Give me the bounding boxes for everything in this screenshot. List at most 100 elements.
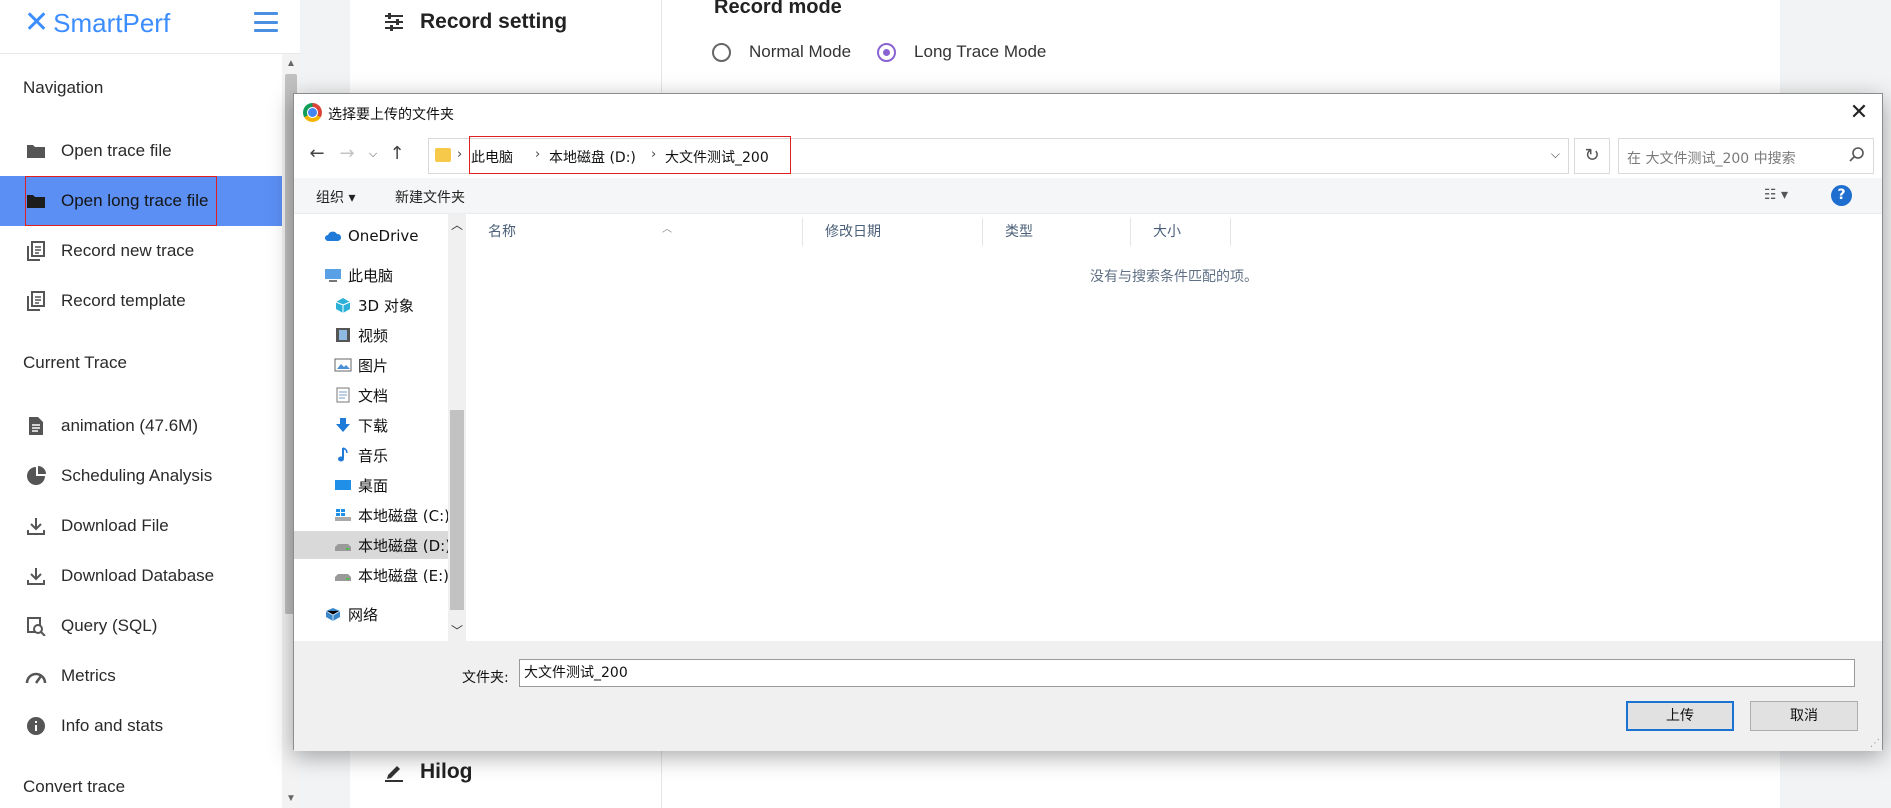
- tree-item-onedrive[interactable]: OneDrive: [294, 222, 448, 250]
- nav-item-label: Record new trace: [61, 241, 195, 260]
- nav-item-download-file[interactable]: Download File: [0, 501, 282, 551]
- breadcrumb-this-pc[interactable]: 此电脑: [471, 147, 513, 167]
- nav-item-query-sql[interactable]: Query (SQL): [0, 601, 282, 651]
- tree-item-drive-c[interactable]: 本地磁盘 (C:): [294, 501, 450, 529]
- tree-item-music[interactable]: 音乐: [294, 441, 448, 469]
- nav-heading-navigation: Navigation: [23, 78, 104, 97]
- music-icon: [338, 447, 348, 462]
- scroll-down-icon[interactable]: ▼: [286, 793, 296, 804]
- tree-item-desktop[interactable]: 桌面: [294, 471, 448, 499]
- nav-item-metrics[interactable]: Metrics: [0, 651, 282, 701]
- download-icon: [25, 565, 47, 587]
- tree-item-videos[interactable]: 视频: [294, 321, 448, 349]
- column-type[interactable]: 类型: [983, 218, 1131, 246]
- nav-item-record-template[interactable]: Record template: [0, 276, 282, 326]
- nav-item-record-new-trace[interactable]: Record new trace: [0, 226, 282, 276]
- nav-item-animation-trace[interactable]: animation (47.6M): [0, 401, 282, 451]
- forward-arrow-icon[interactable]: →: [334, 141, 360, 167]
- picture-icon: [334, 358, 352, 372]
- normal-mode-label: Normal Mode: [749, 42, 852, 61]
- tree-scrollbar[interactable]: ︿ ﹀: [448, 214, 466, 641]
- hilog-menu[interactable]: Hilog: [384, 760, 473, 784]
- recent-locations-chevron-icon[interactable]: ⌵: [360, 141, 386, 167]
- nav-item-label: Scheduling Analysis: [61, 466, 213, 485]
- nav-item-open-long-trace-file[interactable]: Open long trace file: [0, 176, 282, 226]
- settings-sliders-icon: [385, 13, 403, 31]
- column-size[interactable]: 大小: [1131, 218, 1231, 246]
- help-icon[interactable]: ?: [1831, 185, 1852, 206]
- tree-item-network[interactable]: 网络: [294, 600, 448, 628]
- smartperf-logo[interactable]: ✕ SmartPerf: [24, 6, 170, 40]
- tree-item-downloads[interactable]: 下载: [294, 411, 448, 439]
- column-name[interactable]: 名称 ︿: [466, 218, 803, 246]
- new-folder-button[interactable]: 新建文件夹: [395, 187, 465, 207]
- nav-heading-convert-trace: Convert trace: [23, 777, 126, 796]
- breadcrumb-current-folder[interactable]: 大文件测试_200: [665, 147, 769, 167]
- tree-item-pictures[interactable]: 图片: [294, 351, 448, 379]
- back-arrow-icon[interactable]: ←: [304, 141, 330, 167]
- scroll-down-icon[interactable]: ﹀: [451, 622, 463, 639]
- radio-long-trace-mode[interactable]: [877, 42, 897, 62]
- close-icon[interactable]: ✕: [1844, 98, 1874, 128]
- refresh-icon[interactable]: ↻: [1574, 138, 1610, 174]
- tree-item-drive-e[interactable]: 本地磁盘 (E:): [294, 561, 449, 589]
- document-icon: [336, 387, 350, 403]
- info-icon: [25, 715, 47, 737]
- nav-heading-current-trace: Current Trace: [23, 353, 127, 372]
- scroll-up-icon[interactable]: ︿: [451, 216, 463, 233]
- search-icon[interactable]: [1849, 146, 1865, 162]
- record-setting-menu[interactable]: Record setting: [384, 10, 567, 34]
- tree-item-this-pc[interactable]: 此电脑: [294, 261, 448, 289]
- record-mode-options: Normal Mode Long Trace Mode: [712, 42, 1046, 62]
- resize-grip-icon[interactable]: ⋰: [1870, 738, 1880, 749]
- desktop-icon: [335, 480, 351, 490]
- organize-menu[interactable]: 组织 ▾: [316, 187, 355, 207]
- breadcrumb-drive-d[interactable]: 本地磁盘 (D:): [549, 147, 636, 167]
- tree-item-3d-objects[interactable]: 3D 对象: [294, 291, 448, 319]
- menu-icon[interactable]: [254, 12, 278, 32]
- tree-item-label: OneDrive: [348, 227, 419, 245]
- view-options-icon[interactable]: ☷ ▾: [1764, 187, 1788, 203]
- breadcrumb-chevron-icon[interactable]: ›: [535, 147, 540, 162]
- cancel-button[interactable]: 取消: [1750, 701, 1858, 731]
- nav-item-download-database[interactable]: Download Database: [0, 551, 282, 601]
- nav-item-scheduling-analysis[interactable]: Scheduling Analysis: [0, 451, 282, 501]
- address-bar[interactable]: › 此电脑 › 本地磁盘 (D:) › 大文件测试_200 ⌵: [428, 138, 1569, 174]
- column-date-modified[interactable]: 修改日期: [803, 218, 983, 246]
- breadcrumb-chevron-icon[interactable]: ›: [457, 147, 462, 162]
- breadcrumb-chevron-icon[interactable]: ›: [651, 147, 656, 162]
- address-dropdown-icon[interactable]: ⌵: [1551, 147, 1560, 162]
- dialog-titlebar[interactable]: 选择要上传的文件夹 ✕: [294, 94, 1882, 132]
- nav-item-open-trace-file[interactable]: Open trace file: [0, 126, 282, 176]
- tree-item-label: 桌面: [358, 476, 389, 495]
- scroll-up-icon[interactable]: ▲: [286, 58, 296, 69]
- radio-normal-mode[interactable]: [712, 42, 731, 62]
- nav-item-label: Info and stats: [61, 716, 164, 735]
- file-icon: [25, 415, 47, 437]
- drive-icon: [335, 544, 351, 551]
- drive-icon: [335, 574, 351, 581]
- app-sidebar: ✕ SmartPerf Navigation Open trace file O…: [0, 0, 300, 808]
- network-icon: [325, 608, 341, 621]
- tree-item-documents[interactable]: 文档: [294, 381, 448, 409]
- tree-item-drive-d[interactable]: 本地磁盘 (D:): [294, 531, 451, 559]
- nav-item-label: Query (SQL): [61, 616, 158, 635]
- tree-item-label: 音乐: [358, 446, 389, 465]
- gauge-icon: [25, 665, 47, 687]
- folder-name-input[interactable]: 大文件测试_200: [519, 659, 1855, 687]
- upload-button[interactable]: 上传: [1626, 701, 1734, 731]
- long-trace-mode-label: Long Trace Mode: [914, 42, 1047, 61]
- folder-icon: [25, 190, 47, 212]
- up-arrow-icon[interactable]: ↑: [384, 141, 410, 167]
- folder-field-label: 文件夹:: [462, 670, 509, 686]
- tree-scroll-thumb[interactable]: [450, 410, 464, 610]
- tree-item-label: 本地磁盘 (C:): [358, 506, 450, 525]
- dialog-toolbar: 组织 ▾ 新建文件夹 ☷ ▾ ?: [294, 178, 1882, 214]
- nav-item-label: Download Database: [61, 566, 215, 585]
- nav-item-label: Open long trace file: [61, 191, 209, 210]
- tree-item-label: 网络: [348, 605, 379, 624]
- hilog-label: Hilog: [420, 760, 473, 783]
- nav-item-info-and-stats[interactable]: Info and stats: [0, 701, 282, 751]
- logo-x-icon: ✕: [24, 5, 50, 40]
- search-field[interactable]: 在 大文件测试_200 中搜索: [1618, 138, 1874, 174]
